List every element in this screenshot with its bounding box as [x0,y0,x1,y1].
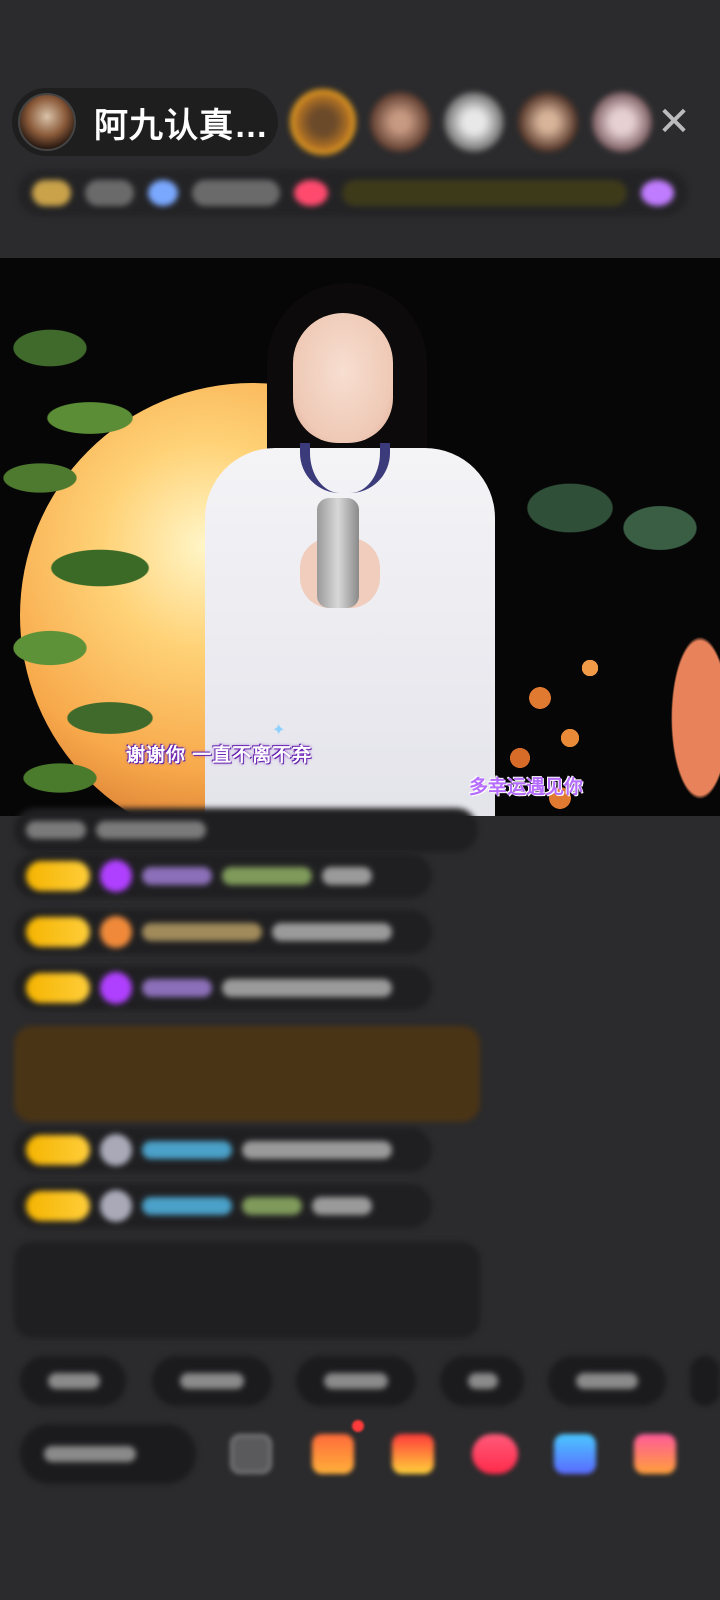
diamond-icon [100,860,132,892]
host-avatar[interactable] [18,93,76,151]
hour-rank-text [191,180,281,206]
system-notice-message[interactable] [14,1242,480,1338]
quick-reply-chip[interactable] [152,1356,272,1406]
orange-badge-icon [100,916,132,948]
quick-reply-chip[interactable] [690,1356,720,1406]
plants-left [0,268,200,816]
fan-badge [26,1135,90,1165]
plants-right [480,468,720,816]
host-info-pill[interactable]: 阿九认真… [12,88,278,156]
chat-message[interactable] [14,808,478,852]
fan-badge [26,861,90,891]
heart-icon[interactable] [472,1434,518,1474]
chat-input[interactable] [20,1424,196,1484]
viewer-avatar[interactable] [592,92,652,152]
viewer-avatar[interactable] [290,89,356,155]
diamond-icon [100,972,132,1004]
room-info-strip[interactable] [18,170,688,216]
emoji-icon[interactable] [230,1434,272,1474]
host-name[interactable]: 阿九认真… [94,98,269,147]
notification-dot [352,1420,364,1432]
chat-message[interactable] [14,966,432,1010]
top-viewers-list [290,84,652,160]
live-header: 阿九认真… ✕ [0,84,720,160]
fan-badge [26,973,90,1003]
game-icon[interactable] [554,1434,596,1474]
viewer-avatar[interactable] [518,92,578,152]
rank-text [85,180,135,206]
streamer-figure [205,283,505,816]
song-title-caption: 多幸运遇见你 [469,777,584,798]
close-button[interactable]: ✕ [650,98,698,146]
chat-message[interactable] [14,854,432,898]
quick-reply-chip[interactable] [20,1356,126,1406]
viewer-avatar[interactable] [370,92,430,152]
gift-box-icon[interactable] [312,1434,354,1474]
announcement-marquee[interactable] [341,180,627,206]
lyric-caption: 谢谢你 一直不离不弃 [126,745,313,766]
rank-badge-icon [32,180,72,206]
quick-reply-chip[interactable] [296,1356,416,1406]
red-packet-icon[interactable] [392,1434,434,1474]
viewer-avatar[interactable] [444,92,504,152]
shop-icon[interactable] [634,1434,676,1474]
user-avatar-icon [100,1134,132,1166]
sparkle-icon: ✦ [272,722,286,739]
gift-highlight-message[interactable] [14,1026,480,1122]
live-video[interactable]: ✦ 谢谢你 一直不离不弃 多幸运遇见你 [0,258,720,816]
fan-badge [26,1191,90,1221]
chat-message[interactable] [14,1128,432,1172]
user-avatar-icon [100,1190,132,1222]
bottom-toolbar [0,1420,720,1484]
quick-reply-row [20,1356,720,1406]
more-icon[interactable] [640,180,675,206]
quick-reply-chip[interactable] [440,1356,524,1406]
popularity-icon [294,180,328,206]
hour-rank-icon [148,180,178,206]
quick-reply-chip[interactable] [548,1356,666,1406]
chat-message[interactable] [14,1184,432,1228]
chat-message[interactable] [14,910,432,954]
fan-badge [26,917,90,947]
